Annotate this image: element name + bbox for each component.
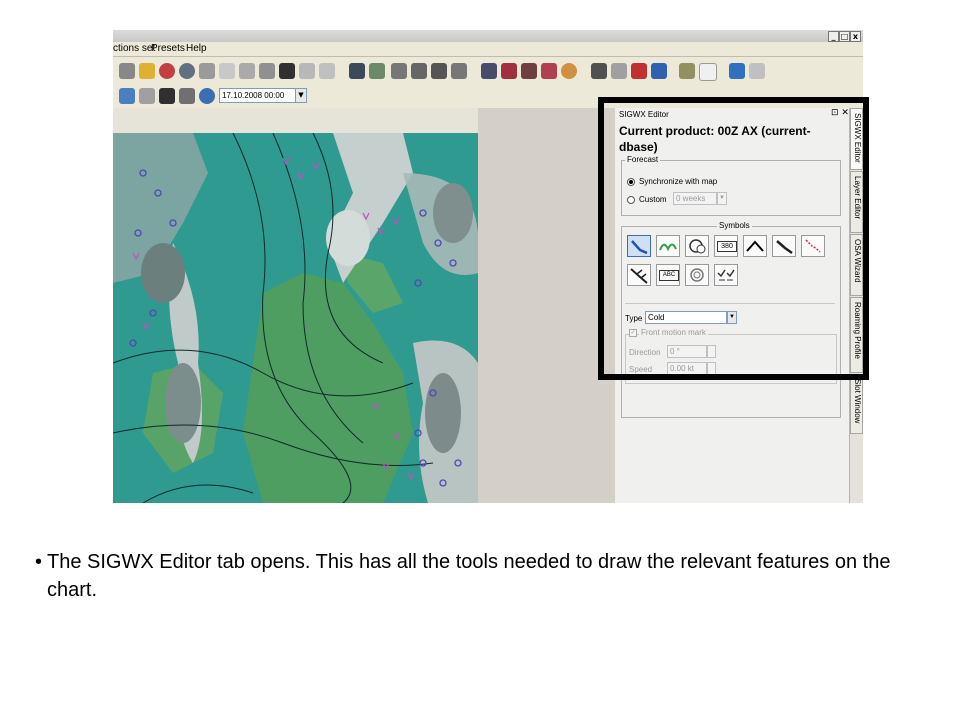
play-icon[interactable] xyxy=(119,88,135,104)
datetime-select[interactable]: 17.10.2008 00:00 xyxy=(219,88,299,103)
film-icon[interactable] xyxy=(179,88,195,104)
warm-front-icon[interactable] xyxy=(521,63,537,79)
minimize-button[interactable]: _ xyxy=(828,31,839,42)
report-icon[interactable] xyxy=(319,63,335,79)
cluster-icon[interactable] xyxy=(431,63,447,79)
hand-icon[interactable] xyxy=(749,63,765,79)
weather-map[interactable] xyxy=(113,133,478,503)
pattern-icon[interactable] xyxy=(369,63,385,79)
clock-icon[interactable] xyxy=(199,88,215,104)
occluded-front-icon[interactable] xyxy=(501,63,517,79)
cross-icon[interactable] xyxy=(631,63,647,79)
highlight-box xyxy=(598,97,869,380)
mast-icon[interactable] xyxy=(259,63,275,79)
menu-bar: ctions set Presets Help xyxy=(113,42,863,56)
caption-text: The SIGWX Editor tab opens. This has all… xyxy=(47,551,891,601)
edit-icon[interactable] xyxy=(139,63,155,79)
front-icon[interactable] xyxy=(481,63,497,79)
menu-help[interactable]: Help xyxy=(186,42,207,56)
hazard-icon[interactable] xyxy=(561,63,577,79)
bullet-marker: • xyxy=(35,551,43,573)
tab-label: Slot Window xyxy=(853,379,862,424)
pen-icon[interactable] xyxy=(611,63,627,79)
eraser-icon[interactable] xyxy=(219,63,235,79)
dots-icon[interactable] xyxy=(391,63,407,79)
map-header-area xyxy=(113,108,478,133)
menu-actions-set[interactable]: ctions set xyxy=(113,42,155,56)
tool-icon[interactable] xyxy=(199,63,215,79)
main-toolbar xyxy=(113,56,863,85)
slide-caption: • The SIGWX Editor tab opens. This has a… xyxy=(35,548,927,604)
undo-icon[interactable] xyxy=(729,63,745,79)
tab-slot-window[interactable]: Slot Window xyxy=(850,374,863,434)
mountain-icon[interactable] xyxy=(279,63,295,79)
layers-icon[interactable] xyxy=(679,63,695,79)
image-icon[interactable] xyxy=(349,63,365,79)
cyclone-icon[interactable] xyxy=(179,63,195,79)
clapper-icon[interactable] xyxy=(159,88,175,104)
maximize-button[interactable]: □ xyxy=(839,31,850,42)
menu-presets[interactable]: Presets xyxy=(151,42,185,56)
document-icon[interactable] xyxy=(699,63,717,81)
wind-icon[interactable] xyxy=(451,63,467,79)
grid-icon[interactable] xyxy=(119,63,135,79)
arrows-icon[interactable] xyxy=(411,63,427,79)
target-icon[interactable] xyxy=(159,63,175,79)
close-button[interactable]: x xyxy=(850,31,861,42)
flag-icon[interactable] xyxy=(651,63,667,79)
cold-front-icon[interactable] xyxy=(541,63,557,79)
eye-icon[interactable] xyxy=(239,63,255,79)
pause-icon[interactable] xyxy=(139,88,155,104)
map-icon[interactable] xyxy=(299,63,315,79)
chevron-down-icon[interactable]: ▼ xyxy=(295,88,307,103)
satellite-icon[interactable] xyxy=(591,63,607,79)
window-titlebar: _ □ x xyxy=(113,30,863,42)
